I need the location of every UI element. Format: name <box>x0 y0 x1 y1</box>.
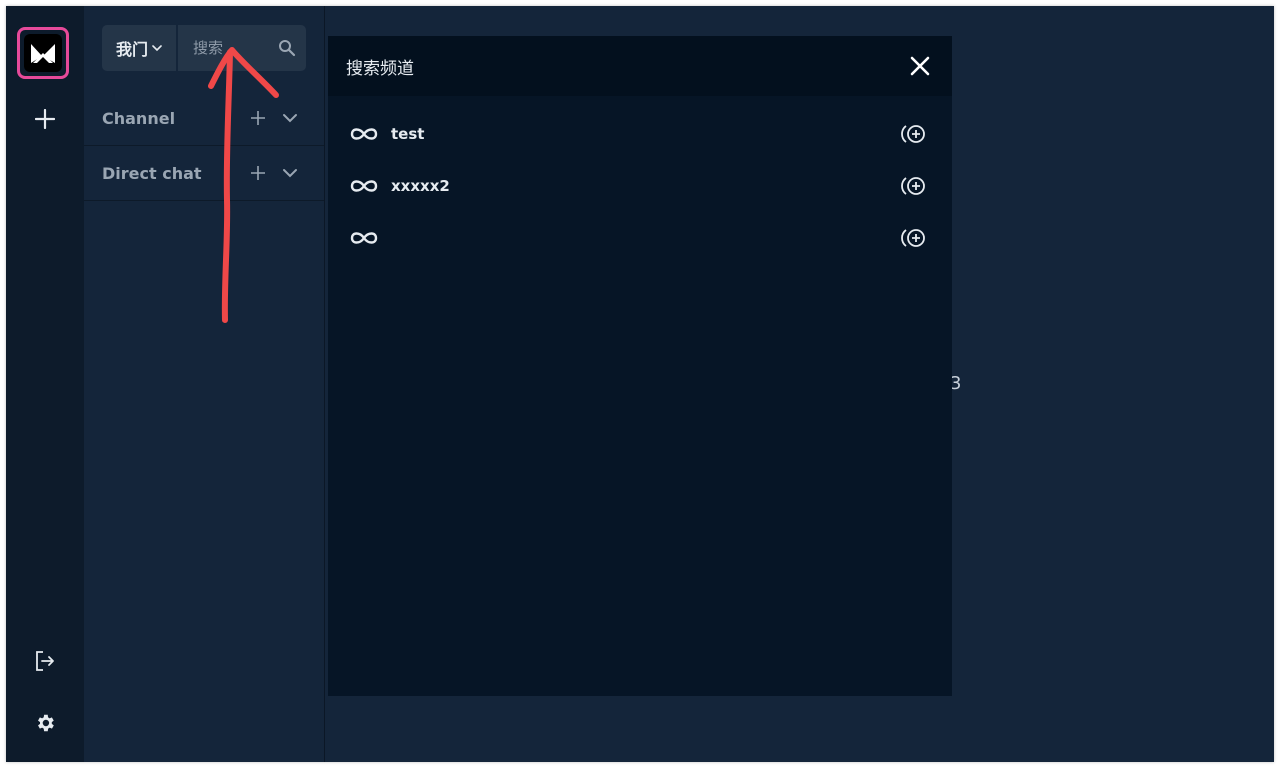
join-channel-button[interactable] <box>900 120 928 148</box>
workspace-label: 我门 <box>115 40 148 59</box>
app-window: 我门 Channel <box>6 6 1274 762</box>
direct-chat-section-header[interactable]: Direct chat <box>84 146 324 201</box>
dialog-header: 搜索频道 <box>328 36 952 96</box>
chevron-down-icon <box>283 114 297 123</box>
app-logo-icon <box>24 34 62 72</box>
plus-icon <box>251 166 265 180</box>
collapse-direct-chat-button[interactable] <box>280 163 300 183</box>
section-title-channel: Channel <box>102 108 176 128</box>
settings-button[interactable] <box>31 709 59 737</box>
section-title-direct-chat: Direct chat <box>102 163 202 183</box>
collapse-channel-button[interactable] <box>280 108 300 128</box>
chevron-down-icon <box>283 169 297 178</box>
search-result-row[interactable] <box>328 212 952 264</box>
left-rail <box>6 6 84 762</box>
search-field[interactable] <box>178 25 306 71</box>
channel-section-header[interactable]: Channel <box>84 91 324 146</box>
search-input[interactable] <box>191 38 278 58</box>
workspace-logo-button[interactable] <box>17 27 69 79</box>
workspace-dropdown[interactable]: 我门 <box>102 25 176 71</box>
logout-button[interactable] <box>31 647 59 675</box>
add-channel-button[interactable] <box>248 108 268 128</box>
plus-icon <box>251 111 265 125</box>
channel-panel: 我门 Channel <box>84 6 325 762</box>
join-plus-icon <box>901 177 925 195</box>
join-channel-button[interactable] <box>900 172 928 200</box>
channel-loop-icon <box>350 180 378 192</box>
search-result-row[interactable]: test <box>328 108 952 160</box>
channel-loop-icon <box>350 128 378 140</box>
add-workspace-button[interactable] <box>31 105 59 133</box>
dialog-title: 搜索频道 <box>346 58 414 79</box>
add-direct-chat-button[interactable] <box>248 163 268 183</box>
chevron-down-icon <box>152 45 162 52</box>
close-icon <box>910 56 930 76</box>
join-plus-icon <box>901 229 925 247</box>
join-channel-button[interactable] <box>900 224 928 252</box>
result-name: test <box>391 125 425 143</box>
plus-icon <box>35 109 55 129</box>
logout-icon <box>36 651 54 671</box>
close-dialog-button[interactable] <box>908 54 932 78</box>
search-result-row[interactable]: xxxxx2 <box>328 160 952 212</box>
search-icon[interactable] <box>278 39 296 57</box>
result-name: xxxxx2 <box>391 177 450 195</box>
channel-loop-icon <box>350 232 378 244</box>
gear-icon <box>38 714 54 732</box>
search-channel-dialog: 搜索频道 test xxxxx2 <box>328 36 952 696</box>
join-plus-icon <box>901 125 925 143</box>
